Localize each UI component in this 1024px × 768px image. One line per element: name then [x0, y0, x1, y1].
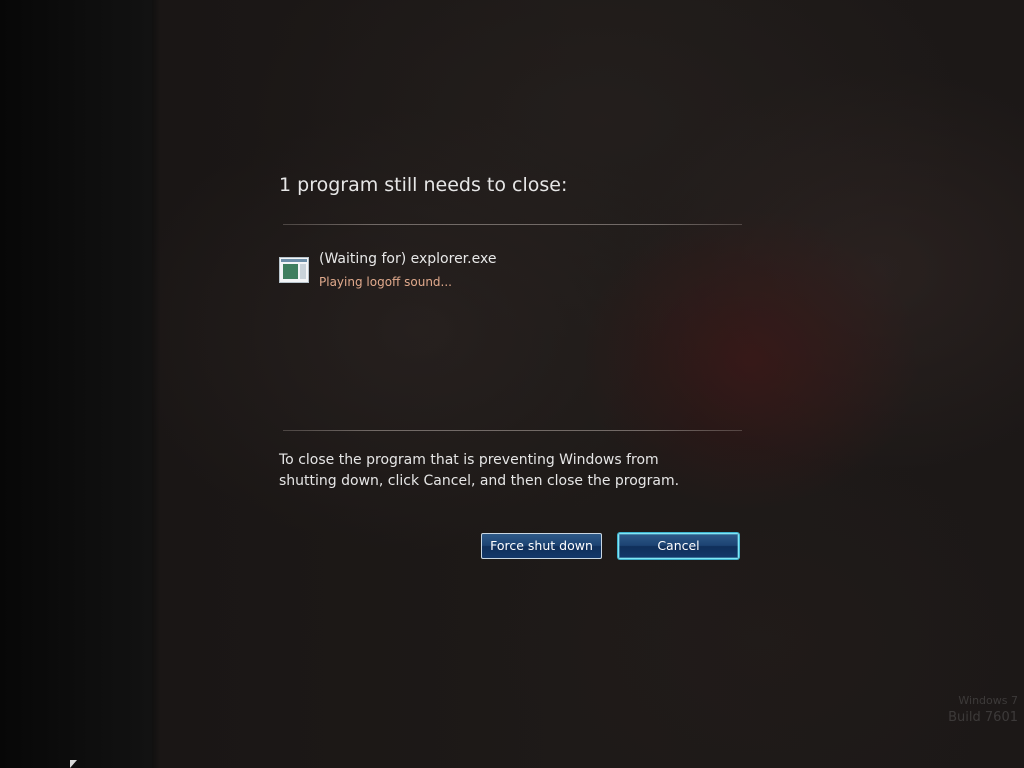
cancel-button[interactable]: Cancel — [618, 533, 739, 559]
instruction-text: To close the program that is preventing … — [279, 452, 680, 489]
bottom-divider — [283, 430, 742, 431]
blocking-programs-dialog: 1 program still needs to close: (Waiting… — [279, 168, 745, 568]
application-window-icon — [279, 257, 309, 283]
build-watermark-os: Windows 7 — [958, 694, 1018, 707]
program-name: (Waiting for) explorer.exe — [319, 251, 497, 267]
force-shut-down-button[interactable]: Force shut down — [481, 533, 602, 559]
dialog-title: 1 program still needs to close: — [279, 174, 568, 196]
top-divider — [283, 224, 742, 225]
program-status: Playing logoff sound... — [319, 275, 452, 289]
program-list-item: (Waiting for) explorer.exe Playing logof… — [279, 250, 739, 290]
build-watermark-number: Build 7601 — [948, 710, 1018, 725]
background-left-panel — [0, 0, 152, 768]
shutdown-screen: 1 program still needs to close: (Waiting… — [0, 0, 1024, 768]
mouse-pointer-icon — [70, 760, 77, 768]
